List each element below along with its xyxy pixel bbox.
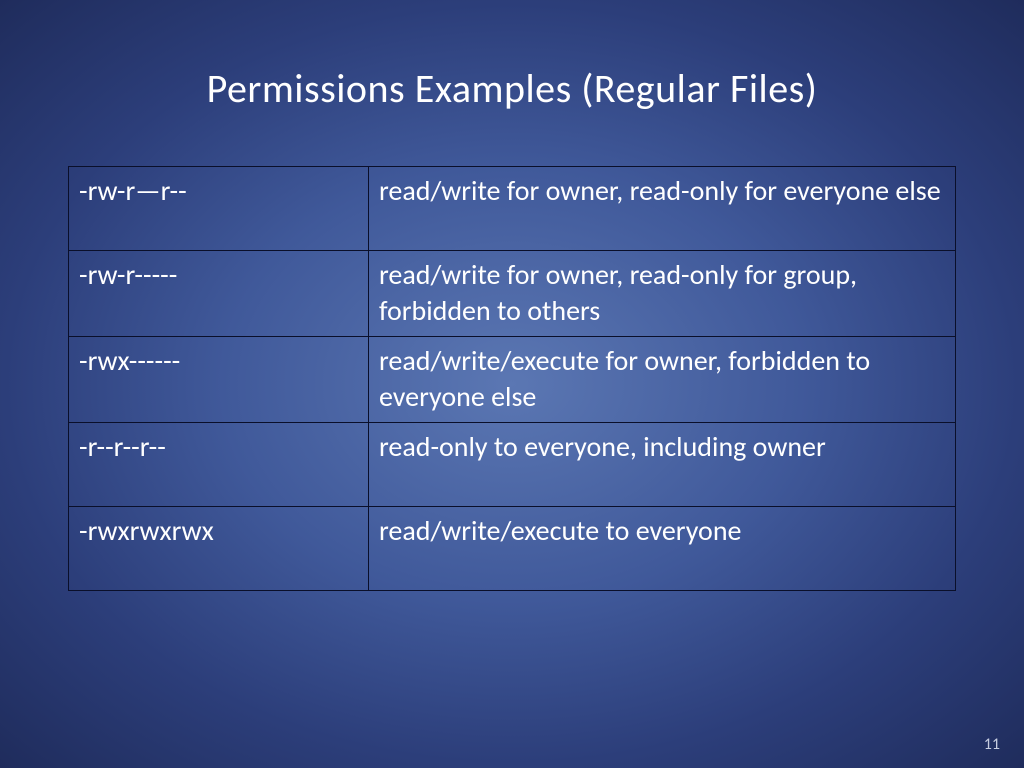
- table-row: -rw-r—r-- read/write for owner, read-onl…: [69, 167, 956, 251]
- permission-cell: -r--r--r--: [69, 422, 369, 506]
- slide: Permissions Examples (Regular Files) -rw…: [0, 0, 1024, 768]
- table-row: -rwxrwxrwx read/write/execute to everyon…: [69, 506, 956, 590]
- permissions-table: -rw-r—r-- read/write for owner, read-onl…: [68, 166, 956, 591]
- slide-title: Permissions Examples (Regular Files): [0, 64, 1024, 113]
- description-cell: read-only to everyone, including owner: [369, 422, 956, 506]
- description-cell: read/write for owner, read-only for ever…: [369, 167, 956, 251]
- permission-cell: -rwx------: [69, 336, 369, 422]
- table-row: -rw-r----- read/write for owner, read-on…: [69, 251, 956, 337]
- description-cell: read/write/execute for owner, forbidden …: [369, 336, 956, 422]
- description-cell: read/write/execute to everyone: [369, 506, 956, 590]
- table-row: -rwx------ read/write/execute for owner,…: [69, 336, 956, 422]
- permission-cell: -rw-r-----: [69, 251, 369, 337]
- permission-cell: -rwxrwxrwx: [69, 506, 369, 590]
- permission-cell: -rw-r—r--: [69, 167, 369, 251]
- table-row: -r--r--r-- read-only to everyone, includ…: [69, 422, 956, 506]
- page-number: 11: [984, 735, 1000, 754]
- description-cell: read/write for owner, read-only for grou…: [369, 251, 956, 337]
